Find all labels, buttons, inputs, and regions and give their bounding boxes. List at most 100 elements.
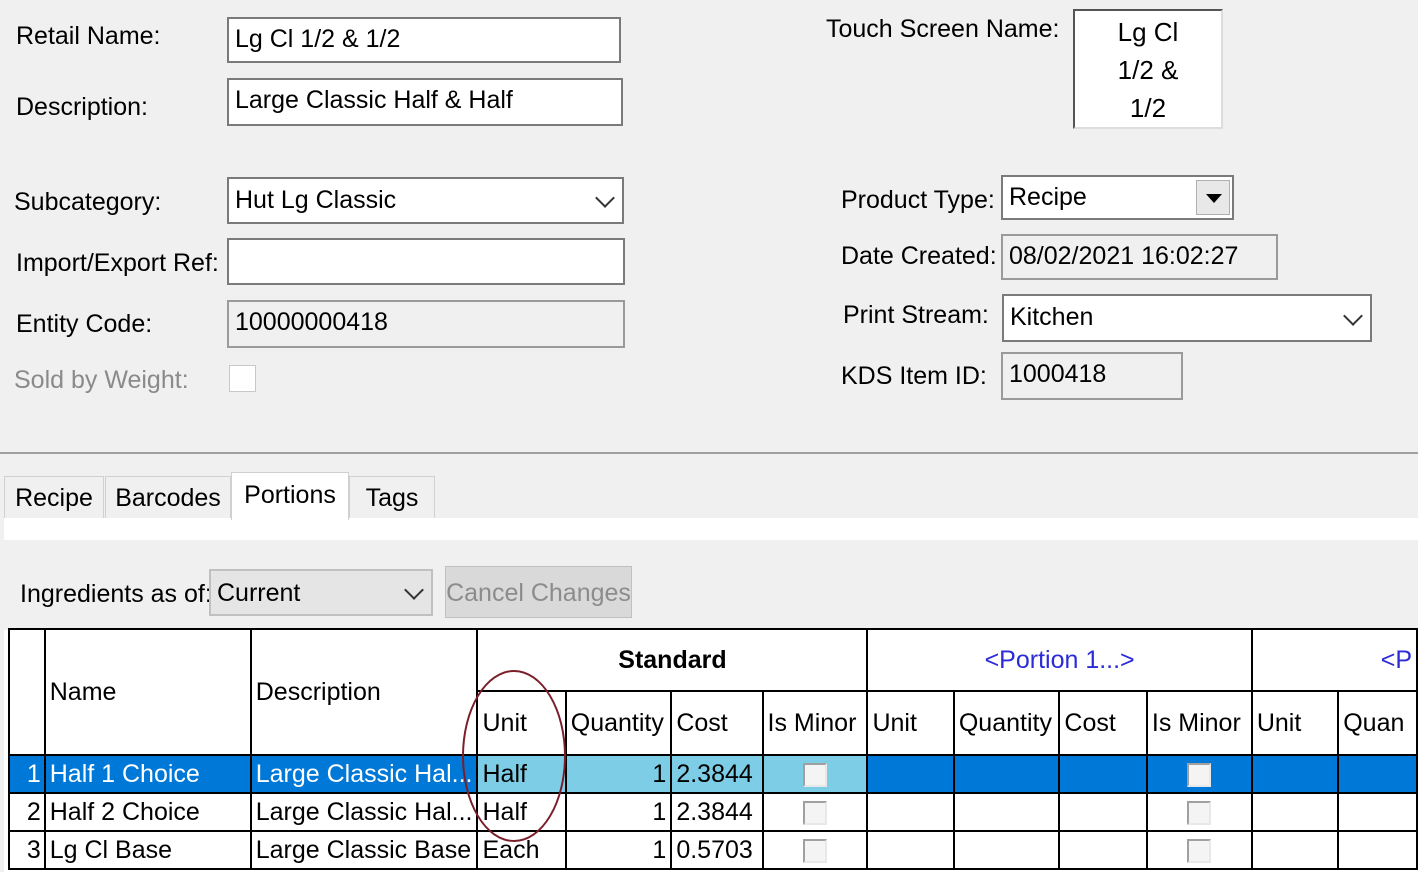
cell-name[interactable]: Half 1 Choice: [43, 754, 252, 794]
cell-p1-quantity[interactable]: [952, 754, 1061, 794]
cell-p2-quantity[interactable]: [1337, 792, 1418, 832]
cell-p2-unit[interactable]: [1250, 754, 1340, 794]
table-row[interactable]: 1 Half 1 Choice Large Classic Hal... Hal…: [8, 754, 1418, 794]
table-row[interactable]: 2 Half 2 Choice Large Classic Hal... Hal…: [8, 792, 1418, 832]
cell-std-quantity[interactable]: 1: [564, 792, 673, 832]
cell-p1-quantity[interactable]: [952, 792, 1061, 832]
group-header-standard: Standard: [476, 628, 869, 692]
section-divider: [0, 452, 1418, 454]
product-type-value: Recipe: [1009, 183, 1087, 211]
touch-screen-line-2: 1/2 &: [1117, 55, 1179, 85]
dropdown-button[interactable]: [1196, 180, 1230, 215]
product-type-dropdown[interactable]: Recipe: [1001, 175, 1234, 220]
cell-std-is-minor[interactable]: [761, 792, 869, 832]
print-stream-dropdown[interactable]: Kitchen: [1002, 294, 1372, 342]
is-minor-checkbox[interactable]: [1187, 800, 1212, 825]
date-created-field: 08/02/2021 16:02:27: [1001, 234, 1278, 280]
cell-std-unit[interactable]: Half: [476, 792, 567, 832]
cell-p2-unit[interactable]: [1250, 792, 1340, 832]
row-header-corner: [8, 628, 46, 756]
group-header-portion-1[interactable]: <Portion 1...>: [866, 628, 1253, 692]
cell-std-cost[interactable]: 2.3844: [670, 754, 764, 794]
table-row[interactable]: 3 Lg Cl Base Large Classic Base Each 1 0…: [8, 830, 1418, 870]
column-header-p2-unit[interactable]: Unit: [1250, 690, 1340, 756]
column-header-p1-is-minor[interactable]: Is Minor: [1145, 690, 1253, 756]
cell-p1-unit[interactable]: [866, 830, 955, 870]
cell-p1-unit[interactable]: [866, 792, 955, 832]
tab-tags[interactable]: Tags: [349, 476, 435, 518]
ingredients-as-of-dropdown[interactable]: Current: [209, 569, 433, 616]
cell-p2-quantity[interactable]: [1337, 754, 1418, 794]
subcategory-label: Subcategory:: [14, 188, 162, 216]
column-header-p1-quantity[interactable]: Quantity: [952, 690, 1061, 756]
cell-description[interactable]: Large Classic Base: [249, 830, 479, 870]
cell-std-unit[interactable]: Each: [476, 830, 567, 870]
cell-p2-quantity[interactable]: [1337, 830, 1418, 870]
row-number[interactable]: 1: [8, 754, 46, 794]
cell-std-unit[interactable]: Half: [476, 754, 567, 794]
print-stream-label: Print Stream:: [843, 301, 989, 329]
entity-code-label: Entity Code:: [16, 310, 153, 338]
column-header-std-is-minor[interactable]: Is Minor: [761, 690, 869, 756]
cell-p1-is-minor[interactable]: [1145, 754, 1253, 794]
description-input[interactable]: Large Classic Half & Half: [227, 78, 623, 126]
is-minor-checkbox[interactable]: [802, 800, 827, 825]
touch-screen-line-3: 1/2: [1129, 93, 1167, 123]
subcategory-dropdown[interactable]: Hut Lg Classic: [227, 177, 624, 224]
cell-p1-unit[interactable]: [866, 754, 955, 794]
cell-std-cost[interactable]: 2.3844: [670, 792, 764, 832]
cell-std-quantity[interactable]: 1: [564, 830, 673, 870]
cell-std-is-minor[interactable]: [761, 754, 869, 794]
cell-std-quantity[interactable]: 1: [564, 754, 673, 794]
column-header-std-cost[interactable]: Cost: [670, 690, 764, 756]
row-number[interactable]: 3: [8, 830, 46, 870]
cell-p1-cost[interactable]: [1058, 754, 1148, 794]
column-header-description[interactable]: Description: [249, 628, 479, 756]
cell-p1-cost[interactable]: [1058, 830, 1148, 870]
import-export-input[interactable]: [227, 238, 625, 285]
column-header-p2-quantity[interactable]: Quan: [1337, 690, 1418, 756]
cell-p1-is-minor[interactable]: [1145, 792, 1253, 832]
cell-description[interactable]: Large Classic Hal...: [249, 792, 479, 832]
retail-name-input[interactable]: Lg Cl 1/2 & 1/2: [227, 17, 621, 63]
cell-std-is-minor[interactable]: [761, 830, 869, 870]
tab-portions[interactable]: Portions: [231, 472, 349, 520]
product-type-label: Product Type:: [841, 186, 995, 214]
date-created-label: Date Created:: [841, 242, 997, 270]
ingredients-as-of-label: Ingredients as of:: [20, 580, 212, 608]
print-stream-value: Kitchen: [1010, 303, 1094, 331]
sold-by-weight-checkbox[interactable]: [229, 365, 256, 392]
kds-item-id-label: KDS Item ID:: [841, 362, 987, 390]
group-header-portion-2[interactable]: <P: [1250, 628, 1418, 692]
cell-std-cost[interactable]: 0.5703: [670, 830, 764, 870]
chevron-down-icon: [595, 188, 615, 208]
chevron-down-icon: [1343, 306, 1363, 326]
is-minor-checkbox[interactable]: [802, 838, 827, 863]
column-header-name[interactable]: Name: [43, 628, 252, 756]
is-minor-checkbox[interactable]: [1187, 838, 1212, 863]
entity-code-field: 10000000418: [227, 300, 625, 348]
is-minor-checkbox[interactable]: [1187, 762, 1212, 787]
column-header-std-quantity[interactable]: Quantity: [564, 690, 673, 756]
cell-name[interactable]: Half 2 Choice: [43, 792, 252, 832]
cell-p2-unit[interactable]: [1250, 830, 1340, 870]
cell-p1-cost[interactable]: [1058, 792, 1148, 832]
touch-screen-name-label: Touch Screen Name:: [826, 15, 1060, 43]
cell-name[interactable]: Lg Cl Base: [43, 830, 252, 870]
is-minor-checkbox[interactable]: [802, 762, 827, 787]
tab-recipe[interactable]: Recipe: [4, 476, 104, 518]
subcategory-value: Hut Lg Classic: [235, 186, 397, 214]
kds-item-id-field: 1000418: [1001, 352, 1183, 400]
row-number[interactable]: 2: [8, 792, 46, 832]
cell-description[interactable]: Large Classic Hal...: [249, 754, 479, 794]
cancel-changes-button[interactable]: Cancel Changes: [445, 566, 632, 618]
cell-p1-is-minor[interactable]: [1145, 830, 1253, 870]
retail-name-label: Retail Name:: [16, 22, 161, 50]
column-header-p1-cost[interactable]: Cost: [1058, 690, 1148, 756]
column-header-p1-unit[interactable]: Unit: [866, 690, 955, 756]
touch-screen-name-box[interactable]: Lg Cl 1/2 & 1/2: [1073, 9, 1223, 129]
cell-p1-quantity[interactable]: [952, 830, 1061, 870]
chevron-down-icon: [404, 580, 424, 600]
column-header-std-unit[interactable]: Unit: [476, 690, 567, 756]
tab-barcodes[interactable]: Barcodes: [105, 476, 231, 518]
